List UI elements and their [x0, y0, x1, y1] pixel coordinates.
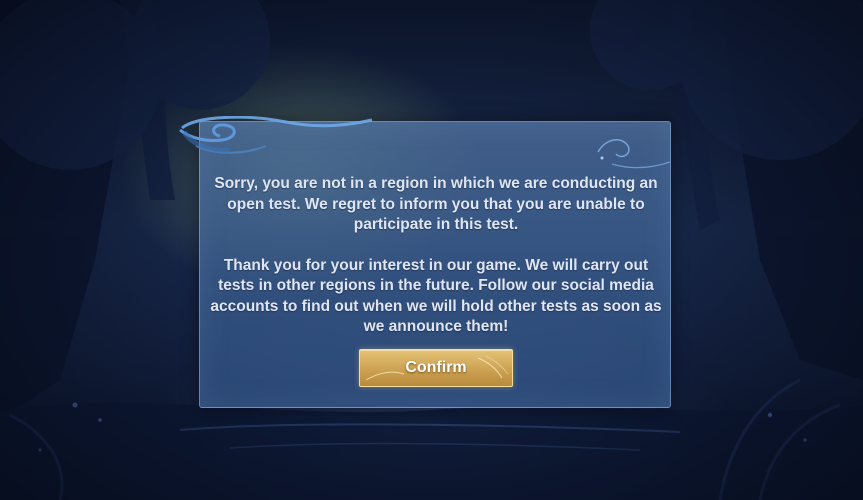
confirm-button-label: Confirm [405, 359, 467, 376]
confirm-button[interactable]: Confirm [359, 349, 513, 387]
game-background: Sorry, you are not in a region in which … [0, 0, 863, 500]
notice-paragraph-region: Sorry, you are not in a region in which … [214, 175, 658, 233]
swirl-ornament-top-right [597, 139, 671, 169]
swirl-ornament-top-left [179, 116, 373, 154]
dialog-message: Sorry, you are not in a region in which … [210, 174, 662, 338]
notice-paragraph-future-tests: Thank you for your interest in our game.… [210, 256, 662, 336]
region-notice-dialog: Sorry, you are not in a region in which … [179, 116, 671, 408]
